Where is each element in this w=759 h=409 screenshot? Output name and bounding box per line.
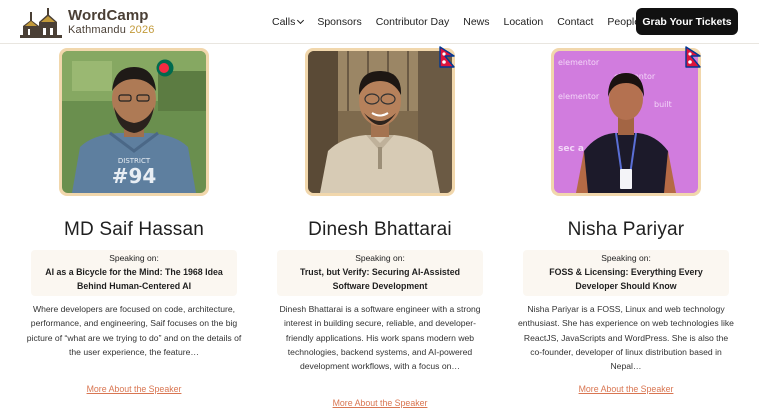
nav-item-news[interactable]: News [463,16,489,28]
backdrop-text: sec a [558,144,584,154]
talk-box: Speaking on: FOSS & Licensing: Everythin… [523,250,729,296]
grab-tickets-button[interactable]: Grab Your Tickets [636,8,738,35]
speaker-name: Dinesh Bhattarai [308,219,452,240]
nav-label: News [463,16,490,28]
speaking-on-label: Speaking on: [601,253,651,263]
speaker-bio: Dinesh Bhattarai is a software engineer … [279,304,481,372]
shirt-number: #94 [112,164,157,188]
temple-icon [20,8,62,38]
speaker-photo[interactable]: elementor elementor elementor built sec … [554,51,698,193]
speaker-card: elementor elementor elementor built sec … [511,44,741,409]
nepal-flag-icon [439,46,455,68]
speaker-card: DISTRICT #94 MD Saif Hassan Speaking on:… [19,44,249,409]
speaker-card: Dinesh Bhattarai Speaking on: Trust, but… [265,44,495,409]
more-about-speaker-link[interactable]: More About the Speaker [19,384,249,394]
more-about-speaker-link[interactable]: More About the Speaker [511,384,741,394]
speaker-photo-frame [305,46,455,196]
logo-city: Kathmandu [68,24,127,36]
chevron-down-icon [297,16,305,25]
speaker-bio: Nisha Pariyar is a FOSS, Linux and web t… [518,304,734,372]
talk-box: Speaking on: Trust, but Verify: Securing… [277,250,483,296]
speaker-name: MD Saif Hassan [63,219,205,240]
speaker-photo-frame: elementor elementor elementor built sec … [551,46,701,196]
talk-title: FOSS & Licensing: Everything Every Devel… [549,267,703,291]
logo-name: WordCamp [68,7,149,24]
nav-item-calls[interactable]: Calls [272,16,305,28]
bangladesh-flag-icon [156,59,174,77]
nav-item-location[interactable]: Location [504,16,544,28]
nav-label: Sponsors [317,16,362,28]
logo-subtitle: Kathmandu 2026 [68,25,155,36]
more-about-speaker-link[interactable]: More About the Speaker [265,398,495,408]
speaking-on-label: Speaking on: [109,253,159,263]
speaker-photo-frame: DISTRICT #94 [59,48,209,196]
talk-title: Trust, but Verify: Securing AI-Assisted … [299,267,460,291]
backdrop-text: built [654,100,672,109]
backdrop-text: elementor [558,92,600,101]
nav-label: Contributor Day [375,16,450,28]
nav-item-contributor-day[interactable]: Contributor Day [376,16,450,28]
nav-label: Contact [557,16,594,28]
nepal-flag-icon [685,46,701,68]
talk-box: Speaking on: AI as a Bicycle for the Min… [31,250,237,296]
wordcamp-logo[interactable]: WordCamp Kathmandu 2026 [20,6,155,38]
backdrop-text: elementor [558,58,600,67]
talk-title: AI as a Bicycle for the Mind: The 1968 I… [45,267,223,291]
speaking-on-label: Speaking on: [355,253,405,263]
main-nav: Calls Sponsors Contributor Day News Loca… [272,0,662,44]
speaker-photo[interactable]: DISTRICT #94 [62,51,206,193]
site-header: WordCamp Kathmandu 2026 Calls Sponsors C… [0,0,759,44]
speaker-name: Nisha Pariyar [567,219,685,240]
nav-label: Calls [272,16,296,28]
speaker-bio: Where developers are focused on code, ar… [26,304,242,357]
nav-label: Location [503,16,544,28]
logo-year: 2026 [129,24,155,36]
speaker-photo[interactable] [308,51,452,193]
nav-item-sponsors[interactable]: Sponsors [317,16,361,28]
nav-item-contact[interactable]: Contact [557,16,593,28]
